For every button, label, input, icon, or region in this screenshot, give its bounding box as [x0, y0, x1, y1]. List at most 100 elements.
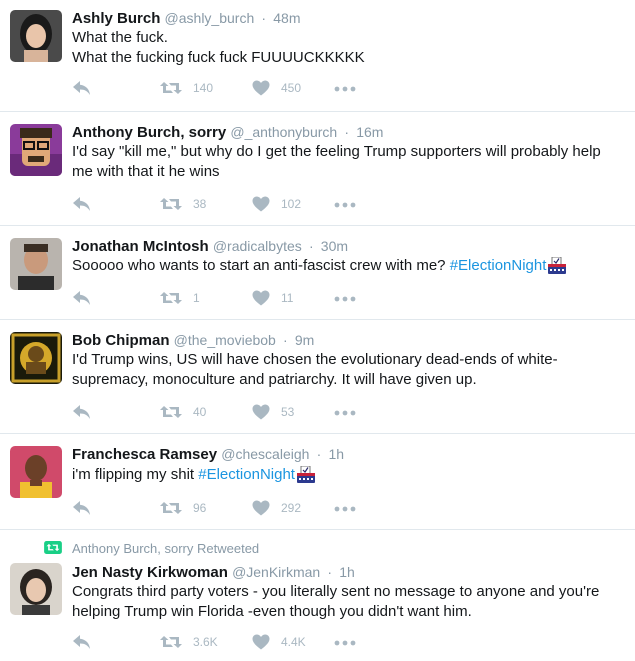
timestamp[interactable]: 1h	[328, 446, 344, 462]
like-button[interactable]: 53	[252, 404, 294, 420]
user-handle[interactable]: @chescaleigh	[221, 446, 309, 462]
hashtag-link[interactable]: #ElectionNight	[198, 466, 295, 483]
tweet-text-plain: Sooooo who wants to start an anti-fascis…	[72, 257, 450, 274]
tweet-text-line: What the fucking fuck fuck FUUUUCKKKKK	[72, 49, 365, 66]
reply-icon	[72, 80, 92, 96]
more-icon	[334, 296, 356, 302]
like-icon	[252, 634, 270, 650]
reply-icon	[72, 196, 92, 212]
tweet-text-line: What the fuck.	[72, 29, 168, 46]
display-name[interactable]: Anthony Burch, sorry	[72, 124, 226, 141]
retweet-button[interactable]: 38	[160, 196, 206, 212]
tweet-card[interactable]: Anthony Burch, sorry @_anthonyburch · 16…	[0, 112, 635, 226]
user-handle[interactable]: @ashly_burch	[165, 10, 255, 26]
ballot-box-icon	[547, 257, 567, 275]
display-name[interactable]: Ashly Burch	[72, 10, 160, 27]
retweet-count: 3.6K	[193, 635, 218, 649]
retweet-count: 40	[193, 405, 207, 419]
more-button[interactable]	[334, 640, 356, 646]
like-icon	[252, 290, 270, 306]
avatar[interactable]	[10, 124, 62, 176]
display-name[interactable]: Bob Chipman	[72, 332, 170, 349]
user-handle[interactable]: @JenKirkman	[232, 564, 320, 580]
avatar[interactable]	[10, 238, 62, 290]
like-button[interactable]: 4.4K	[252, 634, 306, 650]
reply-button[interactable]	[72, 196, 92, 212]
like-count: 11	[281, 291, 294, 305]
avatar[interactable]	[10, 446, 62, 498]
more-icon	[334, 86, 356, 92]
tweet-text-line: I'd Trump wins, US will have chosen the …	[72, 351, 558, 368]
like-icon	[252, 404, 270, 420]
reply-button[interactable]	[72, 404, 92, 420]
more-button[interactable]	[334, 202, 356, 208]
retweet-button[interactable]: 1	[160, 290, 200, 306]
like-button[interactable]: 102	[252, 196, 301, 212]
tweet-card[interactable]: Bob Chipman @the_moviebob · 9m I'd Trump…	[0, 320, 635, 434]
tweet-card[interactable]: Jonathan McIntosh @radicalbytes · 30m So…	[0, 226, 635, 320]
user-handle[interactable]: @the_moviebob	[174, 332, 276, 348]
timestamp[interactable]: 48m	[273, 10, 300, 26]
ballot-box-icon	[296, 466, 316, 484]
retweet-green-icon	[44, 541, 62, 554]
user-handle[interactable]: @radicalbytes	[213, 238, 302, 254]
timestamp[interactable]: 1h	[339, 564, 355, 580]
more-icon	[334, 202, 356, 208]
more-icon	[334, 410, 356, 416]
retweet-icon	[160, 80, 182, 96]
reply-button[interactable]	[72, 634, 92, 650]
tweet-card[interactable]: Anthony Burch, sorry Retweeted Jen Nasty…	[0, 530, 635, 661]
tweet-text-line: supremacy, monoculture and patriarchy. I…	[72, 371, 477, 388]
display-name[interactable]: Franchesca Ramsey	[72, 446, 217, 463]
separator-dot: ·	[283, 332, 288, 348]
retweet-button[interactable]: 40	[160, 404, 206, 420]
avatar[interactable]	[10, 563, 62, 615]
retweet-icon	[160, 634, 182, 650]
retweet-button[interactable]: 140	[160, 80, 213, 96]
display-name[interactable]: Jen Nasty Kirkwoman	[72, 564, 228, 581]
like-button[interactable]: 11	[252, 290, 293, 306]
tweet-text: I'd Trump wins, US will have chosen the …	[72, 350, 622, 390]
more-button[interactable]	[334, 296, 356, 302]
reply-button[interactable]	[72, 500, 92, 516]
like-icon	[252, 196, 270, 212]
reply-icon	[72, 634, 92, 650]
retweet-button[interactable]: 3.6K	[160, 634, 218, 650]
like-button[interactable]: 450	[252, 80, 301, 96]
reply-icon	[72, 500, 92, 516]
more-button[interactable]	[334, 86, 356, 92]
tweet-text: What the fuck. What the fucking fuck fuc…	[72, 28, 622, 68]
like-count: 292	[281, 501, 302, 515]
user-handle[interactable]: @_anthonyburch	[230, 124, 337, 140]
display-name[interactable]: Jonathan McIntosh	[72, 238, 209, 255]
separator-dot: ·	[308, 238, 314, 254]
tweet-text-line: I'd say "kill me," but why do I get the …	[72, 143, 601, 160]
reply-button[interactable]	[72, 80, 92, 96]
tweet-card[interactable]: Franchesca Ramsey @chescaleigh · 1h i'm …	[0, 434, 635, 530]
reply-icon	[72, 290, 92, 306]
more-button[interactable]	[334, 506, 356, 512]
tweet-text: i'm flipping my shit #ElectionNight	[72, 465, 622, 485]
like-count: 102	[281, 197, 302, 211]
retweet-context[interactable]: Anthony Burch, sorry Retweeted	[72, 541, 259, 556]
reply-button[interactable]	[72, 290, 92, 306]
timestamp[interactable]: 30m	[321, 238, 348, 254]
tweet-card[interactable]: Ashly Burch @ashly_burch · 48m What the …	[0, 0, 635, 112]
avatar[interactable]	[10, 10, 62, 62]
hashtag-link[interactable]: #ElectionNight	[450, 257, 547, 274]
retweet-icon	[160, 404, 182, 420]
timestamp[interactable]: 9m	[295, 332, 314, 348]
retweet-button[interactable]: 96	[160, 500, 206, 516]
tweet-text-line: me with that it he wins	[72, 163, 220, 180]
retweet-icon	[160, 196, 182, 212]
more-icon	[334, 640, 356, 646]
avatar[interactable]	[10, 332, 62, 384]
timestamp[interactable]: 16m	[356, 124, 383, 140]
like-icon	[252, 500, 270, 516]
like-button[interactable]: 292	[252, 500, 301, 516]
like-count: 450	[281, 81, 302, 95]
like-count: 4.4K	[281, 635, 306, 649]
tweet-text: I'd say "kill me," but why do I get the …	[72, 142, 622, 182]
more-button[interactable]	[334, 410, 356, 416]
retweet-icon	[160, 290, 182, 306]
